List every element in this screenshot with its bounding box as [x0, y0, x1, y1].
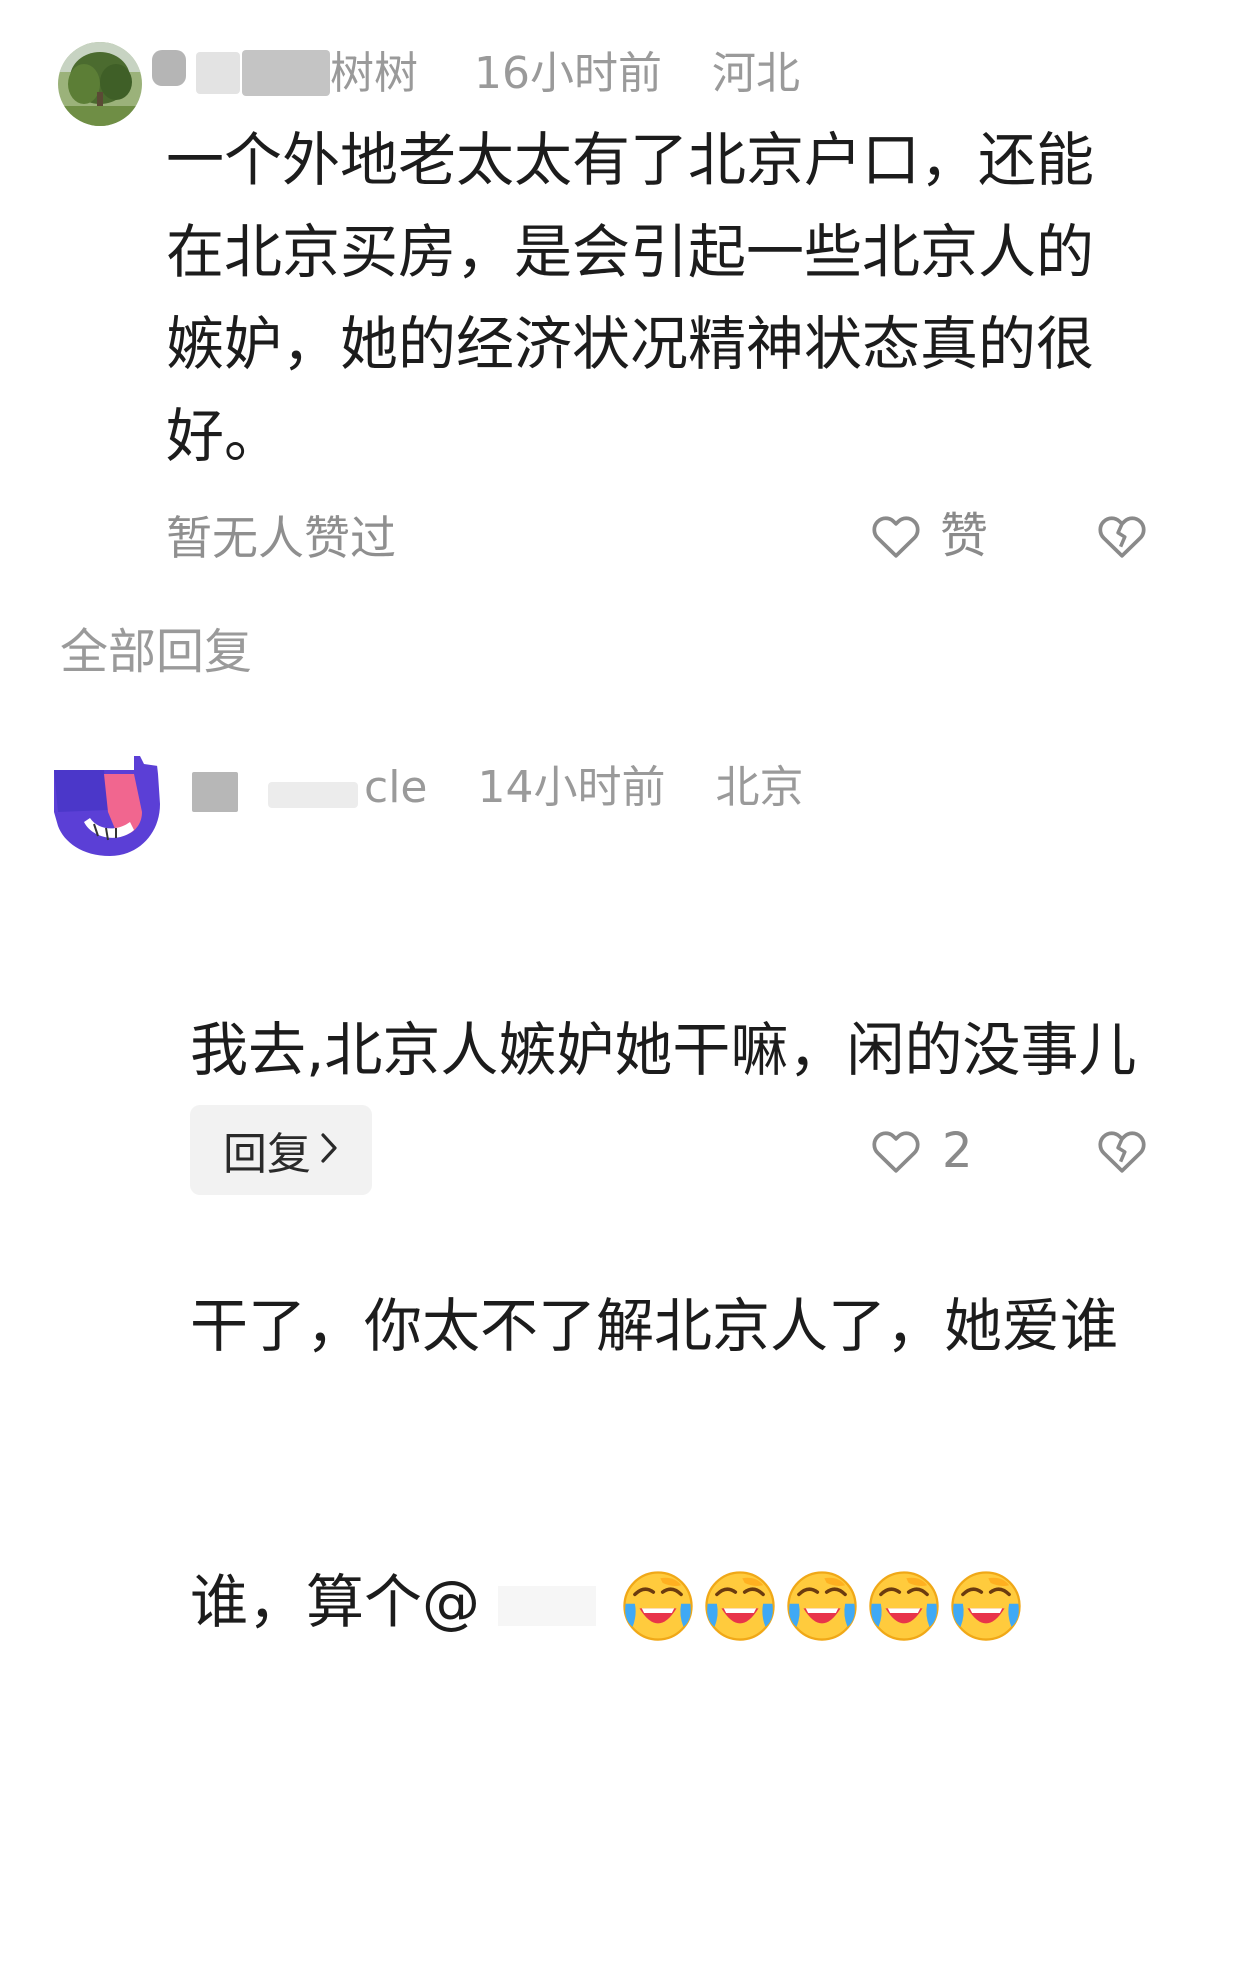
comment-text-line: 我去,北京人嫉妒她干嘛，闲的没事儿 [190, 1016, 1137, 1084]
username-redacted [196, 52, 240, 94]
laughing-crying-emoji [949, 1556, 1023, 1648]
likes-summary: 暂无人赞过 [166, 511, 396, 565]
username-redacted [192, 772, 238, 812]
comment-text: 我去,北京人嫉妒她干嘛，闲的没事儿 干了，你太不了解北京人了，她爱谁 谁，算个@ [190, 820, 1210, 1740]
heart-outline-icon[interactable] [868, 1123, 924, 1179]
username-redacted [152, 50, 186, 86]
like-count: 2 [942, 1123, 973, 1179]
comment-time: 16小时前 [474, 48, 662, 99]
avatar[interactable] [46, 752, 166, 862]
laughing-crying-emoji [703, 1556, 777, 1648]
comment-text-fragment: 谁，算个@ [190, 1568, 481, 1636]
emoji-row [615, 1568, 1023, 1641]
username-redacted [242, 50, 330, 96]
username[interactable]: 树树 [330, 48, 418, 99]
comment-text: 一个外地老太太有了北京户口，还能 在北京买房，是会引起一些北京人的 嫉妒，她的经… [166, 126, 1095, 470]
mention-redacted[interactable] [498, 1585, 597, 1626]
comment-text-line: 谁，算个@ [190, 1556, 1210, 1648]
username-redacted [268, 782, 358, 808]
reply-button-label: 回复 [223, 1129, 311, 1180]
reply-button[interactable]: 回复 [190, 1105, 372, 1195]
comment-time: 14小时前 [477, 762, 666, 813]
comment-meta: 树树 16小时前 河北 [330, 52, 800, 96]
comment-location: 北京 [715, 762, 804, 813]
like-label[interactable]: 赞 [940, 512, 988, 560]
comment-text-line: 干了，你太不了解北京人了，她爱谁 [190, 1292, 1119, 1360]
comment-meta: cle 14小时前 北京 [364, 766, 804, 810]
laughing-crying-emoji [785, 1556, 859, 1648]
chevron-right-icon [319, 1125, 339, 1176]
laughing-crying-emoji [867, 1556, 941, 1648]
broken-heart-icon[interactable] [1094, 1123, 1150, 1179]
avatar[interactable] [58, 42, 142, 126]
comment-location: 河北 [712, 48, 800, 99]
heart-outline-icon[interactable] [868, 508, 924, 564]
username[interactable]: cle [364, 762, 428, 813]
section-title: 全部回复 [60, 624, 253, 680]
laughing-crying-emoji [621, 1556, 695, 1648]
broken-heart-icon[interactable] [1094, 508, 1150, 564]
